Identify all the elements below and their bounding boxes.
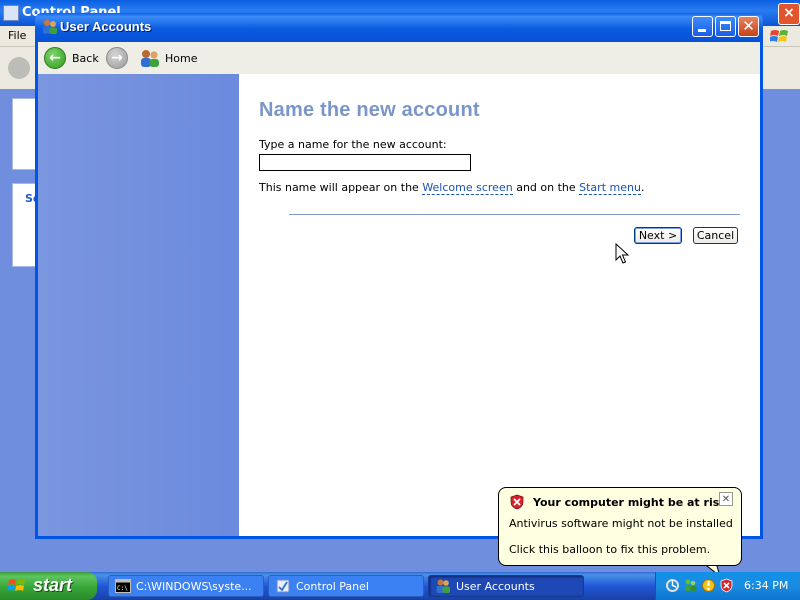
clock: 6:34 PM bbox=[744, 579, 789, 592]
minimize-button[interactable] bbox=[692, 16, 713, 37]
cancel-button[interactable]: Cancel bbox=[693, 227, 738, 244]
taskbar-item-command-prompt[interactable]: C:\ C:\WINDOWS\syste... bbox=[108, 575, 264, 597]
welcome-screen-link[interactable]: Welcome screen bbox=[422, 181, 513, 195]
balloon-title: Your computer might be at risk bbox=[533, 496, 727, 509]
info-text-middle: and on the bbox=[512, 181, 580, 194]
control-panel-icon bbox=[3, 5, 19, 21]
account-name-input[interactable] bbox=[259, 154, 471, 171]
left-pane bbox=[38, 74, 239, 536]
home-label: Home bbox=[165, 51, 198, 65]
navigation-toolbar: ← Back → Home bbox=[38, 42, 760, 75]
user-accounts-icon bbox=[436, 579, 450, 593]
window-title: User Accounts bbox=[60, 19, 152, 34]
start-button[interactable]: start bbox=[0, 572, 97, 600]
tray-security-shield-icon[interactable] bbox=[719, 578, 734, 593]
security-alert-balloon[interactable]: Your computer might be at risk ✕ Antivir… bbox=[498, 487, 742, 566]
page-title: Name the new account bbox=[259, 99, 480, 121]
background-back-icon[interactable] bbox=[8, 57, 30, 79]
back-arrow-icon: ← bbox=[44, 47, 66, 69]
windows-logo-icon bbox=[770, 30, 788, 42]
home-button[interactable]: Home bbox=[139, 46, 197, 70]
back-button[interactable]: ← Back bbox=[44, 46, 99, 70]
taskbar-item-label: User Accounts bbox=[456, 579, 535, 593]
maximize-button[interactable] bbox=[715, 16, 736, 37]
close-button[interactable]: ✕ bbox=[738, 16, 759, 37]
taskbar-item-label: C:\WINDOWS\syste... bbox=[136, 579, 252, 593]
taskbar-item-control-panel[interactable]: Control Panel bbox=[268, 575, 424, 597]
back-label: Back bbox=[72, 51, 99, 65]
background-close-button[interactable]: × bbox=[778, 3, 800, 25]
cmd-icon: C:\ bbox=[115, 579, 131, 593]
close-icon: ✕ bbox=[742, 17, 755, 35]
balloon-message: Antivirus software might not be installe… bbox=[509, 517, 733, 530]
content-area: Name the new account Type a name for the… bbox=[239, 74, 760, 536]
taskbar-item-label: Control Panel bbox=[296, 579, 369, 593]
taskbar: start C:\ C:\WINDOWS\syste... Control Pa… bbox=[0, 572, 800, 600]
taskbar-item-user-accounts[interactable]: User Accounts bbox=[428, 575, 584, 597]
control-panel-icon bbox=[276, 579, 290, 593]
start-label: start bbox=[33, 575, 73, 595]
balloon-close-button[interactable]: ✕ bbox=[719, 492, 733, 506]
tray-update-icon[interactable] bbox=[701, 578, 716, 593]
menu-file[interactable]: File bbox=[8, 29, 26, 42]
tray-users-icon[interactable] bbox=[683, 578, 698, 593]
mouse-pointer-icon bbox=[615, 243, 629, 264]
account-name-label: Type a name for the new account: bbox=[259, 138, 447, 151]
balloon-action-text: Click this balloon to fix this problem. bbox=[509, 543, 711, 556]
user-accounts-icon bbox=[43, 19, 57, 34]
info-text: This name will appear on the Welcome scr… bbox=[259, 181, 645, 195]
system-tray: 6:34 PM bbox=[655, 572, 800, 600]
minimize-icon bbox=[698, 29, 706, 32]
tray-network-icon[interactable] bbox=[665, 578, 680, 593]
divider bbox=[289, 214, 740, 215]
info-text-after: . bbox=[640, 181, 645, 194]
forward-arrow-icon[interactable]: → bbox=[106, 47, 128, 69]
maximize-icon bbox=[720, 21, 731, 31]
windows-logo-icon bbox=[8, 579, 25, 591]
next-button[interactable]: Next > bbox=[634, 227, 682, 244]
home-users-icon bbox=[141, 50, 159, 67]
start-menu-link[interactable]: Start menu bbox=[579, 181, 641, 195]
svg-text:C:\: C:\ bbox=[117, 585, 128, 592]
titlebar[interactable]: User Accounts ✕ bbox=[35, 13, 763, 42]
info-text-before: This name will appear on the bbox=[259, 181, 423, 194]
user-accounts-window: User Accounts ✕ ← Back → Home Name the n… bbox=[35, 13, 763, 539]
security-shield-icon bbox=[510, 494, 524, 510]
